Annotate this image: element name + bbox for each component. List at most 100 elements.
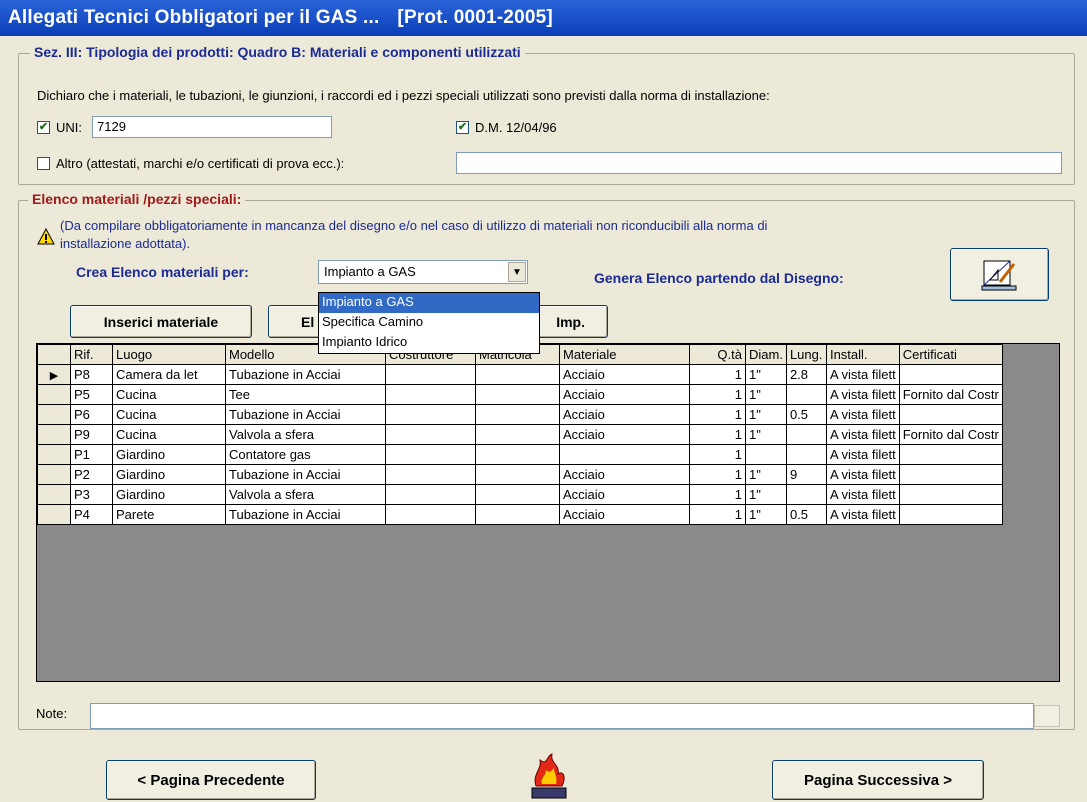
- next-page-button[interactable]: Pagina Successiva >: [772, 760, 984, 800]
- table-cell[interactable]: 1: [689, 444, 746, 465]
- table-cell[interactable]: [385, 384, 476, 405]
- table-cell[interactable]: 1": [745, 484, 787, 505]
- table-cell[interactable]: [385, 404, 476, 425]
- table-cell[interactable]: Valvola a sfera: [225, 484, 386, 505]
- table-cell[interactable]: 1: [689, 384, 746, 405]
- table-cell[interactable]: A vista filett: [825, 444, 900, 465]
- table-cell[interactable]: 0.5: [785, 504, 827, 525]
- table-cell[interactable]: [475, 464, 560, 485]
- table-cell[interactable]: A vista filett: [825, 484, 900, 505]
- table-cell[interactable]: [385, 444, 476, 465]
- table-cell[interactable]: 1": [745, 364, 787, 385]
- table-cell[interactable]: P1: [70, 444, 113, 465]
- row-indicator[interactable]: [37, 404, 71, 425]
- dropdown-option[interactable]: Impianto Idrico: [319, 333, 539, 353]
- chevron-down-icon[interactable]: ▼: [508, 262, 526, 282]
- table-row[interactable]: P2 Giardino Tubazione in Acciai Acciaio 1 1" 9…: [37, 464, 1003, 485]
- table-cell[interactable]: Acciaio: [559, 384, 690, 405]
- table-cell[interactable]: Acciaio: [559, 504, 690, 525]
- table-cell[interactable]: 1": [745, 504, 787, 525]
- table-cell[interactable]: Tee: [225, 384, 386, 405]
- table-cell[interactable]: P4: [70, 504, 113, 525]
- table-cell[interactable]: [559, 444, 690, 465]
- table-cell[interactable]: Parete: [112, 504, 226, 525]
- table-row[interactable]: ▶ P8 Camera da let Tubazione in Acciai Accia…: [37, 364, 1003, 385]
- table-cell[interactable]: [898, 444, 1003, 465]
- table-row[interactable]: P3 Giardino Valvola a sfera Acciaio 1 1" A vis…: [37, 484, 1003, 505]
- table-cell[interactable]: 2.8: [785, 364, 827, 385]
- column-header[interactable]: Diam.: [745, 344, 787, 365]
- row-indicator[interactable]: [37, 444, 71, 465]
- table-cell[interactable]: [475, 384, 560, 405]
- table-row[interactable]: P9 Cucina Valvola a sfera Acciaio 1 1" A vista…: [37, 424, 1003, 445]
- table-cell[interactable]: [475, 404, 560, 425]
- table-cell[interactable]: Tubazione in Acciai: [225, 504, 386, 525]
- table-cell[interactable]: 9: [785, 464, 827, 485]
- table-cell[interactable]: Tubazione in Acciai: [225, 364, 386, 385]
- table-cell[interactable]: Camera da let: [112, 364, 226, 385]
- dropdown-option[interactable]: Impianto a GAS: [319, 293, 539, 313]
- table-cell[interactable]: Giardino: [112, 484, 226, 505]
- table-cell[interactable]: [475, 444, 560, 465]
- table-cell[interactable]: [475, 504, 560, 525]
- row-indicator[interactable]: [37, 504, 71, 525]
- table-cell[interactable]: P3: [70, 484, 113, 505]
- altro-field[interactable]: [456, 152, 1062, 174]
- table-cell[interactable]: P5: [70, 384, 113, 405]
- materials-grid[interactable]: Rif. Luogo Modello Costruttore Matricola…: [36, 343, 1060, 682]
- table-cell[interactable]: P9: [70, 424, 113, 445]
- table-cell[interactable]: [785, 424, 827, 445]
- column-header[interactable]: Rif.: [70, 344, 113, 365]
- table-cell[interactable]: 1": [745, 424, 787, 445]
- column-header[interactable]: Materiale: [559, 344, 690, 365]
- inserisci-materiale-button[interactable]: Inserici materiale: [70, 305, 252, 338]
- table-cell[interactable]: 1: [689, 364, 746, 385]
- table-cell[interactable]: A vista filett: [825, 404, 900, 425]
- uni-field[interactable]: 7129: [92, 116, 332, 138]
- table-cell[interactable]: A vista filett: [825, 424, 900, 445]
- table-cell[interactable]: P8: [70, 364, 113, 385]
- row-indicator[interactable]: [37, 484, 71, 505]
- table-cell[interactable]: Acciaio: [559, 364, 690, 385]
- table-cell[interactable]: [898, 364, 1003, 385]
- table-cell[interactable]: 1: [689, 504, 746, 525]
- row-indicator[interactable]: [37, 464, 71, 485]
- table-cell[interactable]: A vista filett: [825, 464, 900, 485]
- table-cell[interactable]: [785, 444, 827, 465]
- dm-checkbox[interactable]: ✔: [456, 121, 469, 134]
- table-cell[interactable]: [475, 484, 560, 505]
- table-cell[interactable]: [475, 364, 560, 385]
- table-row[interactable]: P1 Giardino Contatore gas 1 A vista filett: [37, 444, 1003, 465]
- note-scrollbar[interactable]: [1034, 705, 1060, 727]
- previous-page-button[interactable]: < Pagina Precedente: [106, 760, 316, 800]
- column-header[interactable]: Q.tà: [689, 344, 746, 365]
- table-cell[interactable]: 1: [689, 484, 746, 505]
- current-row-pointer-icon[interactable]: ▶: [37, 364, 71, 385]
- table-cell[interactable]: P2: [70, 464, 113, 485]
- table-cell[interactable]: 0.5: [785, 404, 827, 425]
- table-cell[interactable]: Acciaio: [559, 484, 690, 505]
- table-cell[interactable]: A vista filett: [825, 384, 900, 405]
- table-cell[interactable]: Valvola a sfera: [225, 424, 386, 445]
- table-row[interactable]: P5 Cucina Tee Acciaio 1 1" A vista filett Forni…: [37, 384, 1003, 405]
- table-cell[interactable]: Contatore gas: [225, 444, 386, 465]
- table-cell[interactable]: 1": [745, 464, 787, 485]
- column-header[interactable]: Certificati: [898, 344, 1003, 365]
- table-cell[interactable]: [785, 384, 827, 405]
- table-cell[interactable]: 1": [745, 384, 787, 405]
- table-cell[interactable]: Acciaio: [559, 404, 690, 425]
- table-cell[interactable]: 1: [689, 404, 746, 425]
- table-cell[interactable]: A vista filett: [825, 364, 900, 385]
- table-cell[interactable]: [385, 464, 476, 485]
- dropdown-option[interactable]: Specifica Camino: [319, 313, 539, 333]
- table-cell[interactable]: [745, 444, 787, 465]
- table-cell[interactable]: [785, 484, 827, 505]
- table-cell[interactable]: Fornito dal Costr: [898, 384, 1003, 405]
- table-cell[interactable]: [385, 484, 476, 505]
- table-row[interactable]: P4 Parete Tubazione in Acciai Acciaio 1 1" 0.5…: [37, 504, 1003, 525]
- table-row[interactable]: P6 Cucina Tubazione in Acciai Acciaio 1 1" 0.5…: [37, 404, 1003, 425]
- table-cell[interactable]: Cucina: [112, 404, 226, 425]
- table-cell[interactable]: 1": [745, 404, 787, 425]
- table-cell[interactable]: Acciaio: [559, 424, 690, 445]
- column-header[interactable]: Lung.: [785, 344, 827, 365]
